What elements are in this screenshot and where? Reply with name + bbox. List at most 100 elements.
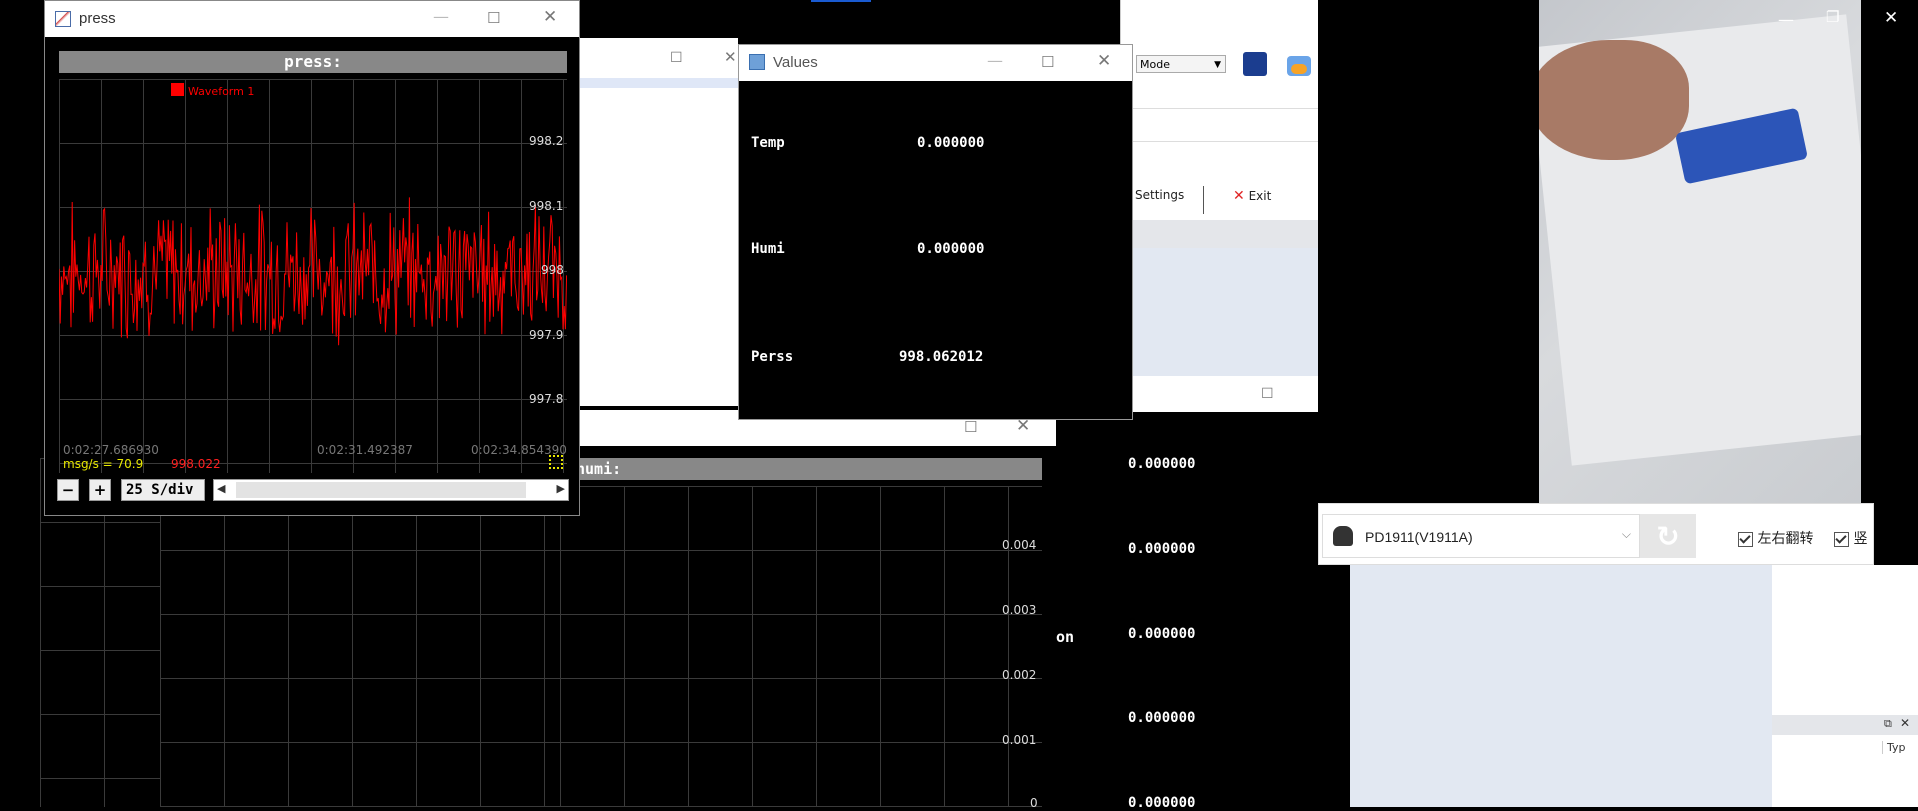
press-window: press — ☐ ✕ press: Waveform 1 998.2 998.… (44, 0, 580, 516)
chevron-down-icon: ▼ (1214, 60, 1221, 70)
device-name: PD1911(V1911A) (1365, 529, 1473, 545)
zoom-in-button[interactable]: + (89, 479, 111, 501)
maximize-icon[interactable]: ☐ (670, 50, 683, 66)
flip-lr-checkbox[interactable]: 左右翻转 (1738, 528, 1813, 548)
background-value-2: 0.000000 (1128, 626, 1196, 642)
mirror-lower-panel (1350, 565, 1772, 807)
fit-view-icon[interactable] (549, 455, 563, 469)
press-waveform (59, 197, 567, 346)
close-icon[interactable]: ✕ (1884, 8, 1898, 28)
minimize-icon[interactable]: — (987, 51, 1003, 70)
mode-select[interactable]: Mode ▼ (1136, 55, 1226, 73)
y-tick-label: 998.2 (529, 134, 564, 148)
accent-strip (811, 0, 871, 2)
value-row-name: Humi (751, 241, 785, 257)
chart-app-icon (55, 11, 71, 27)
toolbar-divider (1203, 186, 1204, 214)
background-value-0: 0.000000 (1128, 456, 1196, 472)
restore-icon[interactable]: ⧉ (1884, 717, 1892, 731)
value-row-value: 998.062012 (899, 349, 984, 365)
msg-rate-label: msg/s = 70.9 (63, 457, 144, 471)
background-value-1: 0.000000 (1128, 541, 1196, 557)
checkbox-checked-icon (1834, 531, 1849, 547)
humi-plot-left-grid (160, 486, 560, 807)
scroll-right-icon[interactable]: ▶ (557, 482, 565, 495)
close-icon[interactable]: ✕ (1097, 51, 1111, 71)
refresh-button[interactable]: ↻ (1640, 514, 1696, 558)
android-icon (1333, 526, 1353, 546)
panel-area (1121, 248, 1319, 376)
humi-y-tick-3: 0.001 (1002, 733, 1037, 747)
humi-plot-frame: numi: (560, 446, 1056, 807)
humi-y-tick-0: 0.004 (1002, 538, 1037, 552)
values-titlebar: Values — ☐ ✕ (739, 45, 1132, 81)
chevron-down-icon: ⌵ (1621, 527, 1631, 541)
toolbar-icon-robot[interactable] (1243, 52, 1267, 76)
background-app: Mode ▼ Settings ✕ Exit ☐ (811, 0, 1319, 412)
flip-vertical-checkbox[interactable]: 竖 (1834, 528, 1867, 548)
settings-button[interactable]: Settings (1135, 188, 1184, 202)
checkbox-checked-icon (1738, 531, 1753, 547)
maximize-icon[interactable]: ☐ (964, 418, 977, 436)
exit-button[interactable]: ✕ Exit (1233, 188, 1271, 204)
press-title: press (79, 10, 116, 27)
horizontal-scrollbar[interactable]: ◀ ▶ (213, 479, 569, 501)
table-icon (749, 54, 765, 70)
dock-panel-header: ⧉ ✕ (1772, 715, 1918, 735)
device-select[interactable]: PD1911(V1911A) ⌵ (1322, 514, 1640, 558)
close-icon: ✕ (1233, 188, 1245, 204)
maximize-icon[interactable]: ☐ (1261, 386, 1274, 402)
time-scale-field[interactable]: 25 S/div (121, 479, 205, 501)
value-row-name: Perss (751, 349, 794, 365)
maximize-icon[interactable]: ☐ (487, 9, 500, 27)
legend-swatch (171, 83, 184, 96)
mode-select-label: Mode (1140, 58, 1170, 71)
minimize-icon[interactable]: — (1778, 10, 1794, 29)
x-tick-label: 0:02:27.686930 (63, 443, 159, 457)
mirror-right-panel: ⧉ ✕ Typ (1772, 565, 1918, 807)
toolbar-band (1121, 108, 1319, 142)
values-title: Values (773, 54, 818, 71)
x-tick-label: 0:02:31.492387 (317, 443, 413, 457)
maximize-icon[interactable]: ☐ (1041, 53, 1054, 71)
value-row-value: 0.000000 (917, 241, 985, 257)
zoom-out-button[interactable]: − (57, 479, 79, 501)
press-titlebar: press — ☐ ✕ (45, 1, 579, 37)
restore-icon[interactable]: ❐ (1826, 8, 1839, 26)
press-plot-area (59, 79, 567, 473)
flip-vertical-label: 竖 (1853, 531, 1868, 547)
humi-y-tick-4: 0 (1030, 796, 1038, 810)
value-row-name: Temp (751, 135, 785, 151)
y-tick-label: 998.1 (529, 199, 564, 213)
mirror-window: — ❐ ✕ PD1911(V1911A) ⌵ ↻ 左右翻转 竖 ⧉ ✕ Typ (1318, 0, 1918, 807)
press-plot-title: press: (59, 51, 567, 73)
refresh-icon: ↻ (1656, 519, 1680, 553)
close-icon[interactable]: ✕ (724, 48, 737, 66)
toolbar-lower-band (1121, 220, 1319, 248)
scroll-left-icon[interactable]: ◀ (217, 482, 225, 495)
panel-titlebar: ☐ (1121, 376, 1319, 412)
background-on-label: on (1056, 628, 1075, 646)
legend-label: Waveform 1 (188, 85, 255, 98)
close-icon[interactable]: ✕ (1900, 716, 1910, 730)
humi-y-tick-1: 0.003 (1002, 603, 1037, 617)
humi-y-tick-2: 0.002 (1002, 668, 1037, 682)
cloud-icon[interactable] (1287, 56, 1311, 76)
humi-plot-area (560, 486, 1042, 807)
background-window-selection (578, 78, 738, 88)
camera-feed (1539, 0, 1861, 503)
minimize-icon[interactable]: — (433, 7, 449, 26)
y-tick-label: 998 (541, 263, 564, 277)
values-window: Values — ☐ ✕ Temp 0.000000 Humi 0.000000… (738, 44, 1133, 420)
last-value-label: 998.022 (171, 457, 221, 471)
background-window-top: ☐ ✕ (578, 38, 738, 406)
exit-label: Exit (1248, 189, 1272, 203)
hand-image (1539, 40, 1689, 160)
y-tick-label: 997.9 (529, 328, 564, 342)
humi-plot-title: numi: (560, 458, 1042, 480)
value-row-value: 0.000000 (917, 135, 985, 151)
y-tick-label: 997.8 (529, 392, 564, 406)
scrollbar-thumb[interactable] (236, 482, 526, 498)
background-value-4: 0.000000 (1128, 795, 1196, 811)
close-icon[interactable]: ✕ (543, 7, 557, 27)
